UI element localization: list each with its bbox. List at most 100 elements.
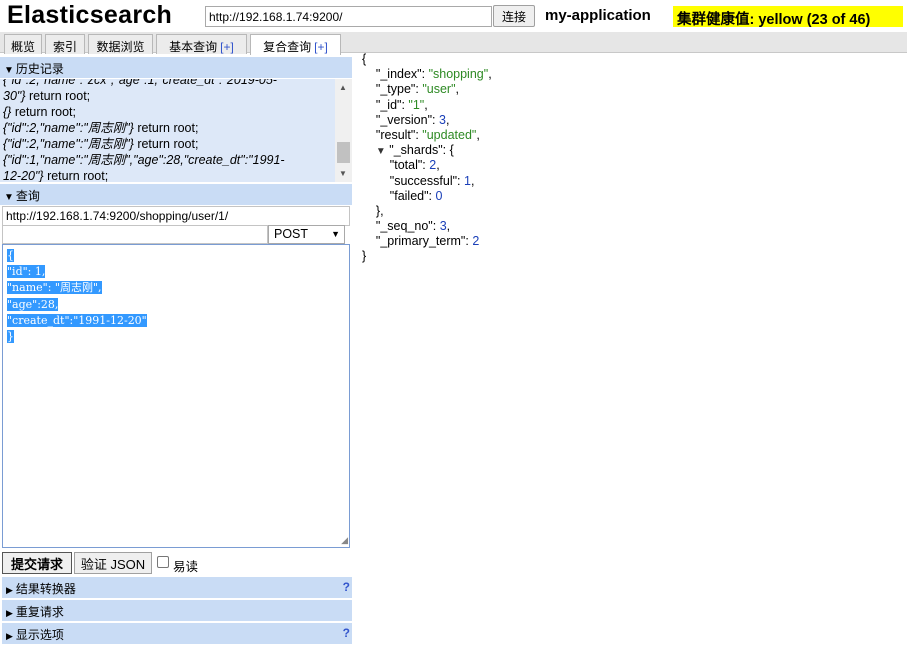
json-value: 2: [472, 234, 480, 249]
history-suffix: return root;: [25, 89, 91, 103]
query-header[interactable]: ▼ 查询: [0, 184, 352, 205]
history-item[interactable]: {"id":2,"name":"周志刚"} return root;: [3, 136, 333, 152]
scroll-down-icon[interactable]: ▼: [339, 169, 347, 178]
json-value: 3: [438, 112, 446, 127]
result-transformer-panel[interactable]: ▶ 结果转换器 ?: [2, 577, 352, 598]
help-icon[interactable]: ?: [343, 626, 350, 640]
history-json: {"id":2,"name":"周志刚"}: [3, 121, 134, 135]
body-line: "create_dt":"1991-12-20": [7, 313, 147, 327]
tab-browser[interactable]: 数据浏览: [88, 34, 153, 54]
json-field-shards: ▼ "_shards": {: [375, 143, 454, 158]
history-suffix: return root;: [133, 137, 199, 151]
json-field-id: "_id": "1",: [375, 97, 428, 112]
history-item[interactable]: {"id":1,"name":"周志刚","age":28,"create_dt…: [3, 152, 333, 168]
header: Elasticsearch 连接 my-application 集群健康值: y…: [0, 0, 907, 32]
history-item[interactable]: 12-20"} return root;: [3, 168, 333, 182]
history-list-box: {"id":2,"name":"zcx","age":1,"create_dt"…: [0, 79, 352, 182]
json-field-seq-no: "_seq_no": 3,: [375, 219, 451, 234]
tab-compound-query[interactable]: 复合查询 [+]: [250, 34, 341, 55]
history-item[interactable]: {} return root;: [3, 104, 333, 120]
method-select[interactable]: POST ▼: [268, 225, 345, 244]
scroll-thumb[interactable]: [337, 142, 350, 163]
history-item[interactable]: {"id":2,"name":"zcx","age":1,"create_dt"…: [3, 79, 333, 88]
request-body-text[interactable]: { "id": 1, "name": "周志刚", "age":28, "cre…: [7, 248, 147, 345]
query-path-field[interactable]: [2, 225, 268, 244]
body-line: }: [7, 330, 14, 344]
tab-label: 数据浏览: [96, 40, 145, 54]
history-scrollbar[interactable]: ▲ ▼: [335, 79, 352, 182]
json-field-result: "result": "updated",: [375, 127, 480, 142]
display-options-panel[interactable]: ▶ 显示选项 ?: [2, 623, 352, 644]
cluster-health-badge: 集群健康值: yellow (23 of 46): [673, 6, 903, 28]
json-field-type: "_type": "user",: [375, 82, 459, 97]
json-field-total: "total": 2,: [389, 158, 440, 173]
history-suffix: return root;: [11, 105, 76, 119]
cluster-url-input[interactable]: [205, 6, 492, 27]
history-json: {"id":2,"name":"zcx","age":1,"create_dt"…: [3, 79, 277, 87]
collapse-toggle-icon[interactable]: ▼: [376, 146, 386, 157]
history-json: {"id":1,"name":"周志刚","age":28,"create_dt…: [3, 153, 285, 167]
easy-read-label: 易读: [173, 560, 199, 574]
tab-indices[interactable]: 索引: [45, 34, 85, 54]
json-field-failed: "failed": 0: [389, 188, 443, 203]
json-close-brace: }: [362, 249, 367, 264]
history-json: 30"}: [3, 89, 26, 103]
easy-read-checkbox[interactable]: [157, 556, 169, 568]
tab-label: 复合查询: [263, 40, 312, 54]
tab-label: 索引: [52, 40, 77, 54]
history-suffix: return root;: [43, 169, 109, 182]
submit-request-button[interactable]: 提交请求: [2, 552, 72, 574]
request-body-editor[interactable]: { "id": 1, "name": "周志刚", "age":28, "cre…: [2, 244, 350, 548]
body-line: "id": 1,: [7, 265, 46, 279]
tab-label: 基本查询: [169, 40, 218, 54]
app-title: Elasticsearch: [7, 1, 173, 29]
panel-label: 结果转换器: [15, 582, 76, 596]
validate-json-button[interactable]: 验证 JSON: [74, 552, 152, 574]
body-line: {: [7, 249, 14, 262]
help-icon[interactable]: ?: [343, 580, 350, 594]
result-json-view: { "_index": "shopping", "_type": "user",…: [362, 52, 902, 265]
scroll-up-icon[interactable]: ▲: [339, 83, 347, 92]
history-suffix: return root;: [133, 121, 199, 135]
panel-label: 显示选项: [15, 628, 64, 642]
history-header[interactable]: ▼ 历史记录: [0, 57, 352, 78]
query-url-input[interactable]: [2, 206, 350, 226]
method-value: POST: [274, 227, 309, 241]
history-list: {"id":2,"name":"zcx","age":1,"create_dt"…: [3, 79, 333, 182]
collapse-triangle-icon: ▼: [4, 192, 14, 203]
cluster-name: my-application: [545, 7, 651, 24]
history-json: 12-20"}: [3, 169, 44, 182]
json-field-version: "_version": 3,: [375, 112, 450, 127]
json-value: "1": [408, 97, 425, 112]
json-field-index: "_index": "shopping",: [375, 67, 492, 82]
json-field-primary-term: "_primary_term": 2: [375, 234, 480, 249]
resize-grip-icon[interactable]: ◢: [341, 535, 348, 546]
json-value: "updated": [422, 127, 477, 142]
json-value: "user": [422, 82, 456, 97]
history-json: {"id":2,"name":"周志刚"}: [3, 137, 134, 151]
tab-overview[interactable]: 概览: [4, 34, 42, 54]
history-item[interactable]: 30"} return root;: [3, 88, 333, 104]
tab-add-button[interactable]: [+]: [220, 40, 234, 54]
json-value: 0: [435, 188, 443, 203]
dropdown-arrow-icon: ▼: [331, 229, 340, 239]
tab-add-button[interactable]: [+]: [314, 40, 328, 54]
history-title: 历史记录: [15, 62, 64, 76]
collapse-triangle-icon: ▼: [4, 65, 14, 76]
json-field-successful: "successful": 1,: [389, 173, 475, 188]
repeat-request-panel[interactable]: ▶ 重复请求: [2, 600, 352, 621]
tab-label: 概览: [10, 40, 35, 54]
expand-triangle-icon: ▶: [6, 585, 13, 595]
json-open-brace: {: [362, 52, 367, 66]
tab-bar: 概览 索引 数据浏览 基本查询 [+] 复合查询 [+]: [0, 32, 907, 55]
query-title: 查询: [15, 189, 40, 203]
tab-basic-query[interactable]: 基本查询 [+]: [156, 34, 247, 54]
body-line: "age":28,: [7, 297, 59, 311]
json-value: "shopping": [428, 67, 489, 82]
json-close-shards: },: [362, 203, 384, 218]
connect-button[interactable]: 连接: [493, 5, 535, 27]
expand-triangle-icon: ▶: [6, 631, 13, 641]
panel-label: 重复请求: [15, 605, 64, 619]
body-line: "name": "周志刚",: [7, 281, 102, 295]
history-item[interactable]: {"id":2,"name":"周志刚"} return root;: [3, 120, 333, 136]
